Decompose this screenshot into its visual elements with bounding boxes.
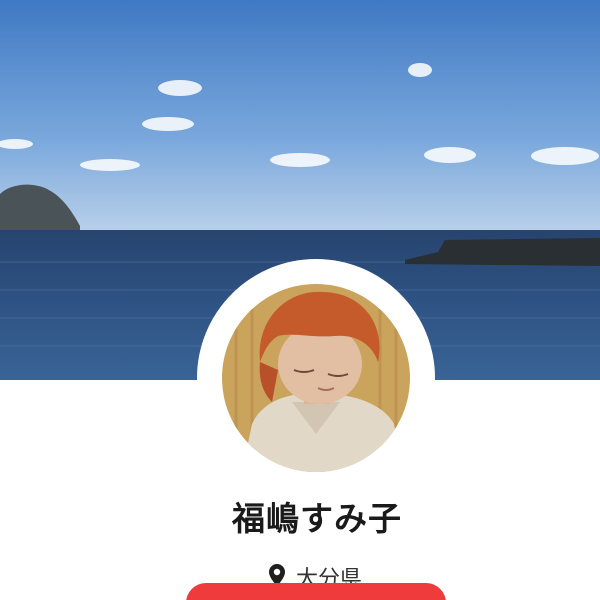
avatar[interactable]	[222, 284, 410, 472]
profile-page: 福嶋すみ子 大分県	[0, 0, 600, 600]
user-name: 福嶋すみ子	[232, 499, 402, 538]
primary-action-button[interactable]	[186, 583, 446, 600]
